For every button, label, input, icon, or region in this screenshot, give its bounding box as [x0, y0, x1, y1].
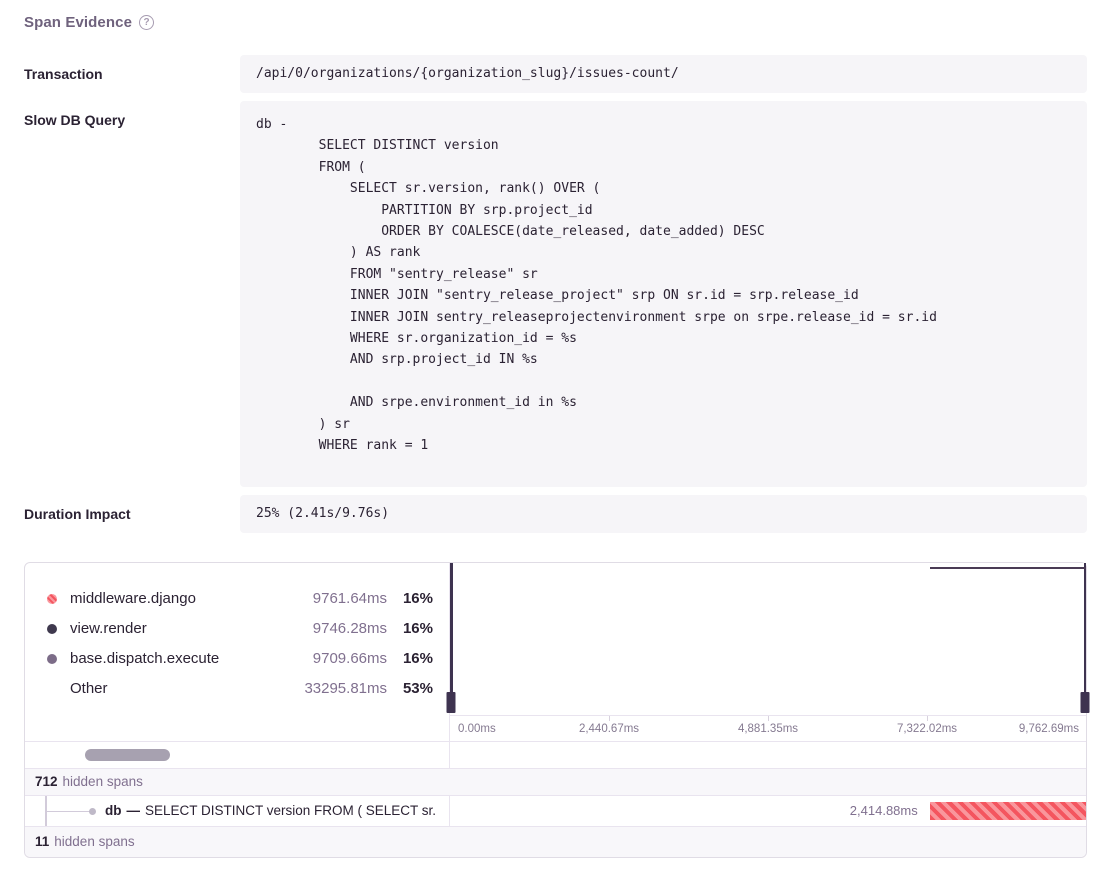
span-evidence-section: Span Evidence ? Transaction /api/0/organ…	[0, 0, 1111, 858]
section-header: Span Evidence ?	[24, 14, 1087, 31]
axis-label: 4,881.35ms	[738, 723, 798, 735]
legend-row: middleware.django 9761.64ms 16%	[47, 584, 433, 614]
duration-impact-label: Duration Impact	[24, 495, 240, 522]
slow-db-query-field: Slow DB Query db - SELECT DISTINCT versi…	[24, 101, 1087, 487]
hidden-spans-label: hidden spans	[63, 774, 143, 789]
minimap-right-handle[interactable]	[1084, 563, 1087, 713]
hidden-spans-row-before: 712 hidden spans	[25, 768, 1086, 795]
span-separator: —	[127, 803, 141, 818]
legend-row: Other 33295.81ms 53%	[47, 674, 433, 704]
span-duration-bar	[930, 802, 1086, 820]
scrollbar-track[interactable]	[25, 742, 450, 768]
legend-op-name: Other	[70, 680, 295, 697]
legend-op-duration: 9761.64ms	[295, 590, 387, 607]
legend-row: view.render 9746.28ms 16%	[47, 614, 433, 644]
hidden-spans-row-after: 11 hidden spans	[25, 826, 1086, 857]
axis-label: 2,440.67ms	[579, 723, 639, 735]
legend-dot-striped-icon	[47, 594, 57, 604]
tree-connector-dot-icon	[89, 808, 96, 815]
legend-op-percent: 53%	[387, 680, 433, 697]
axis-label: 0.00ms	[458, 723, 496, 735]
scrollbar-row-spacer	[450, 742, 1086, 768]
axis-tick	[927, 716, 928, 721]
span-tree-header: middleware.django 9761.64ms 16% view.ren…	[25, 563, 1086, 741]
span-query-text: SELECT DISTINCT version FROM ( SELECT sr…	[145, 803, 436, 818]
slow-db-query-value: db - SELECT DISTINCT version FROM ( SELE…	[240, 101, 1087, 487]
scrollbar-row	[25, 741, 1086, 768]
axis-label: 9,762.69ms	[1019, 723, 1079, 735]
hidden-spans-count: 712	[35, 774, 58, 789]
legend-dot-icon	[47, 654, 57, 664]
legend-op-duration: 9709.66ms	[295, 650, 387, 667]
hidden-spans-count: 11	[35, 834, 49, 849]
minimap-span-bar	[930, 567, 1086, 570]
legend-op-name: middleware.django	[70, 590, 295, 607]
tree-connector-horizontal	[45, 811, 92, 813]
legend-op-percent: 16%	[387, 620, 433, 637]
transaction-label: Transaction	[24, 55, 240, 82]
legend-op-name: base.dispatch.execute	[70, 650, 295, 667]
duration-impact-value: 25% (2.41s/9.76s)	[240, 495, 1087, 533]
axis-tick	[609, 716, 610, 721]
help-icon[interactable]: ?	[139, 15, 154, 30]
span-op: db	[105, 803, 122, 818]
span-duration-text: 2,414.88ms	[850, 796, 926, 826]
hidden-spans-label: hidden spans	[54, 834, 134, 849]
minimap-column: 0.00ms 2,440.67ms 4,881.35ms 7,322.02ms …	[450, 563, 1086, 741]
horizontal-scrollbar-thumb[interactable]	[85, 749, 170, 761]
minimap-left-handle[interactable]	[450, 563, 453, 713]
legend-op-percent: 16%	[387, 590, 433, 607]
legend-op-duration: 9746.28ms	[295, 620, 387, 637]
minimap-right-grip[interactable]	[1080, 692, 1089, 713]
slow-db-query-label: Slow DB Query	[24, 101, 240, 128]
span-row-bar-cell: 2,414.88ms	[450, 796, 1086, 826]
span-row-db[interactable]: db — SELECT DISTINCT version FROM ( SELE…	[25, 795, 1086, 826]
legend-dot-placeholder	[47, 684, 57, 694]
legend-row: base.dispatch.execute 9709.66ms 16%	[47, 644, 433, 674]
legend-op-percent: 16%	[387, 650, 433, 667]
legend-op-duration: 33295.81ms	[295, 680, 387, 697]
duration-impact-field: Duration Impact 25% (2.41s/9.76s)	[24, 495, 1087, 533]
minimap-left-grip[interactable]	[447, 692, 456, 713]
axis-tick	[768, 716, 769, 721]
span-description: db — SELECT DISTINCT version FROM ( SELE…	[105, 796, 447, 826]
span-op-legend: middleware.django 9761.64ms 16% view.ren…	[25, 563, 450, 741]
time-axis: 0.00ms 2,440.67ms 4,881.35ms 7,322.02ms …	[450, 715, 1086, 741]
span-row-description-cell: db — SELECT DISTINCT version FROM ( SELE…	[25, 796, 450, 826]
trace-minimap[interactable]	[450, 563, 1086, 715]
transaction-field: Transaction /api/0/organizations/{organi…	[24, 55, 1087, 93]
axis-label: 7,322.02ms	[897, 723, 957, 735]
transaction-value: /api/0/organizations/{organization_slug}…	[240, 55, 1087, 93]
page-title: Span Evidence	[24, 14, 132, 31]
legend-op-name: view.render	[70, 620, 295, 637]
legend-dot-icon	[47, 624, 57, 634]
span-tree-panel: middleware.django 9761.64ms 16% view.ren…	[24, 562, 1087, 858]
